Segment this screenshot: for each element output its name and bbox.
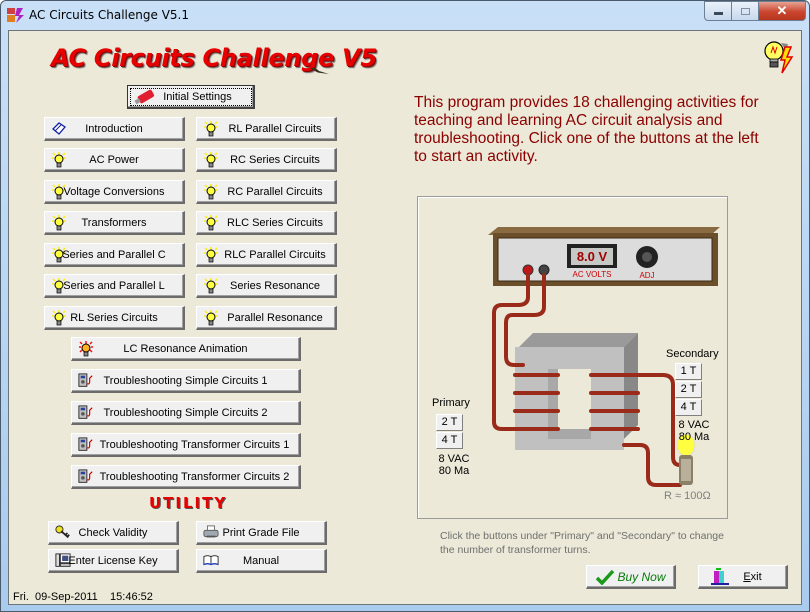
activity-button-series-resonance[interactable]: Series Resonance (196, 274, 337, 298)
secondary-title: Secondary (666, 348, 719, 360)
exit-label-rest: xit (750, 570, 762, 583)
activity-button-lc-resonance-animation-label: LC Resonance Animation (123, 342, 248, 355)
primary-turns-2-t[interactable]: 2 T (436, 414, 463, 431)
activity-button-rlc-series-circuits-label: RLC Series Circuits (227, 216, 323, 229)
buy-now-button[interactable]: Buy Now (586, 565, 676, 589)
program-description: This program provides 18 challenging act… (414, 94, 759, 165)
utility-button-manual[interactable]: Manual (196, 549, 327, 573)
lamp-resistance: R ≈ 100Ω (664, 490, 711, 502)
activity-button-troubleshooting-simple-circuits-1[interactable]: Troubleshooting Simple Circuits 1 (71, 369, 301, 393)
status-bar: Fri. 09-Sep-2011 15:46:52 (13, 591, 153, 603)
activity-button-troubleshooting-transformer-circuits-2[interactable]: Troubleshooting Transformer Circuits 2 (71, 465, 301, 489)
primary-current: 80 Ma (438, 465, 470, 477)
activity-button-transformers[interactable]: Transformers (44, 211, 185, 235)
lightbulb-lightning-icon (764, 41, 794, 74)
supply-display-label: AC VOLTS (573, 270, 612, 279)
utility-button-print-grade-file[interactable]: Print Grade File (196, 521, 327, 545)
bird-icon (310, 67, 329, 74)
activity-button-series-and-parallel-l[interactable]: Series and Parallel L (44, 274, 185, 298)
utility-button-check-validity[interactable]: Check Validity (48, 521, 179, 545)
activity-button-voltage-conversions-label: Voltage Conversions (63, 185, 165, 198)
activity-button-troubleshooting-transformer-circuits-1[interactable]: Troubleshooting Transformer Circuits 1 (71, 433, 301, 457)
app-window: AC Circuits Challenge V5.1 ✕ AC Circuits… (0, 0, 810, 612)
status-day: Fri. (13, 591, 29, 603)
close-icon: ✕ (776, 3, 788, 18)
activity-button-series-and-parallel-c-label: Series and Parallel C (62, 248, 166, 261)
minimize-icon (713, 12, 723, 15)
power-supply: 8.0 V AC VOLTS ADJ (488, 227, 720, 286)
utility-title: UTILITY (149, 494, 228, 512)
activity-button-rl-parallel-circuits-label: RL Parallel Circuits (228, 122, 322, 135)
close-button[interactable]: ✕ (759, 1, 806, 21)
exit-accelerator: E (743, 570, 751, 583)
initial-settings-label: Initial Settings (163, 90, 232, 103)
activity-button-series-and-parallel-c[interactable]: Series and Parallel C (44, 243, 185, 267)
secondary-turns-1-t[interactable]: 1 T (675, 363, 702, 380)
initial-settings-button[interactable]: Initial Settings (127, 85, 255, 109)
status-date: 09-Sep-2011 (35, 591, 98, 603)
primary-turns-4-t[interactable]: 4 T (436, 432, 463, 449)
activity-button-ac-power[interactable]: AC Power (44, 148, 185, 172)
activity-button-troubleshooting-simple-circuits-1-label: Troubleshooting Simple Circuits 1 (103, 374, 268, 387)
utility-button-check-validity-label: Check Validity (78, 526, 148, 539)
window-title: AC Circuits Challenge V5.1 (29, 8, 189, 22)
activity-button-transformers-label: Transformers (81, 216, 147, 229)
app-icon (7, 8, 24, 23)
utility-button-print-grade-file-label: Print Grade File (222, 526, 300, 539)
transformer-diagram: 8.0 V AC VOLTS ADJ Primary 2 T 4 T 8 VAC… (417, 196, 728, 519)
primary-readout: 8 VAC 80 Ma (432, 453, 476, 477)
activity-button-parallel-resonance[interactable]: Parallel Resonance (196, 306, 337, 330)
activity-button-troubleshooting-transformer-circuits-1-label: Troubleshooting Transformer Circuits 1 (99, 438, 290, 451)
maximize-icon (740, 7, 750, 15)
activity-button-rc-series-circuits-label: RC Series Circuits (230, 153, 320, 166)
knob-label: ADJ (639, 271, 654, 280)
activity-button-voltage-conversions[interactable]: Voltage Conversions (44, 180, 185, 204)
activity-button-rc-parallel-circuits-label: RC Parallel Circuits (227, 185, 323, 198)
secondary-turns-2-t[interactable]: 2 T (675, 381, 702, 398)
activity-button-troubleshooting-transformer-circuits-2-label: Troubleshooting Transformer Circuits 2 (99, 470, 290, 483)
diagram-hint: Click the buttons under "Primary" and "S… (440, 530, 724, 556)
activity-button-rlc-parallel-circuits-label: RLC Parallel Circuits (224, 248, 326, 261)
utility-button-enter-license-key-label: Enter License Key (68, 554, 158, 567)
title-bar[interactable]: AC Circuits Challenge V5.1 ✕ (1, 1, 809, 29)
secondary-winding (589, 373, 682, 487)
secondary-turns-4-t[interactable]: 4 T (675, 399, 702, 416)
activity-button-rlc-series-circuits[interactable]: RLC Series Circuits (196, 211, 337, 235)
primary-title: Primary (432, 397, 470, 409)
secondary-current: 80 Ma (678, 431, 710, 443)
secondary-readout: 8 VAC 80 Ma (674, 419, 714, 443)
activity-button-rl-series-circuits[interactable]: RL Series Circuits (44, 306, 185, 330)
activity-button-rc-parallel-circuits[interactable]: RC Parallel Circuits (196, 180, 337, 204)
activity-button-rl-parallel-circuits[interactable]: RL Parallel Circuits (196, 117, 337, 141)
activity-button-troubleshooting-simple-circuits-2[interactable]: Troubleshooting Simple Circuits 2 (71, 401, 301, 425)
exit-button[interactable]: Exit (698, 565, 788, 589)
supply-display: 8.0 V (577, 249, 608, 264)
activity-button-troubleshooting-simple-circuits-2-label: Troubleshooting Simple Circuits 2 (103, 406, 268, 419)
utility-button-enter-license-key[interactable]: Enter License Key (48, 549, 179, 573)
exit-label: Exit (719, 571, 786, 583)
activity-button-rl-series-circuits-label: RL Series Circuits (70, 311, 158, 324)
activity-button-introduction[interactable]: Introduction (44, 117, 185, 141)
maximize-button[interactable] (732, 1, 759, 21)
utility-button-manual-label: Manual (242, 554, 280, 567)
activity-button-lc-resonance-animation[interactable]: LC Resonance Animation (71, 337, 301, 361)
activity-button-series-and-parallel-l-label: Series and Parallel L (63, 279, 165, 292)
activity-button-introduction-label: Introduction (85, 122, 143, 135)
activity-button-rlc-parallel-circuits[interactable]: RLC Parallel Circuits (196, 243, 337, 267)
primary-voltage: 8 VAC (438, 453, 470, 465)
secondary-voltage: 8 VAC (678, 419, 710, 431)
main-panel: AC Circuits Challenge V5 Initial Setting… (8, 30, 802, 605)
status-time: 15:46:52 (110, 591, 153, 603)
minimize-button[interactable] (704, 1, 732, 21)
activity-button-series-resonance-label: Series Resonance (230, 279, 320, 292)
activity-button-rc-series-circuits[interactable]: RC Series Circuits (196, 148, 337, 172)
buy-now-label: Buy Now (617, 569, 666, 584)
activity-button-parallel-resonance-label: Parallel Resonance (227, 311, 323, 324)
activity-button-ac-power-label: AC Power (89, 153, 139, 166)
